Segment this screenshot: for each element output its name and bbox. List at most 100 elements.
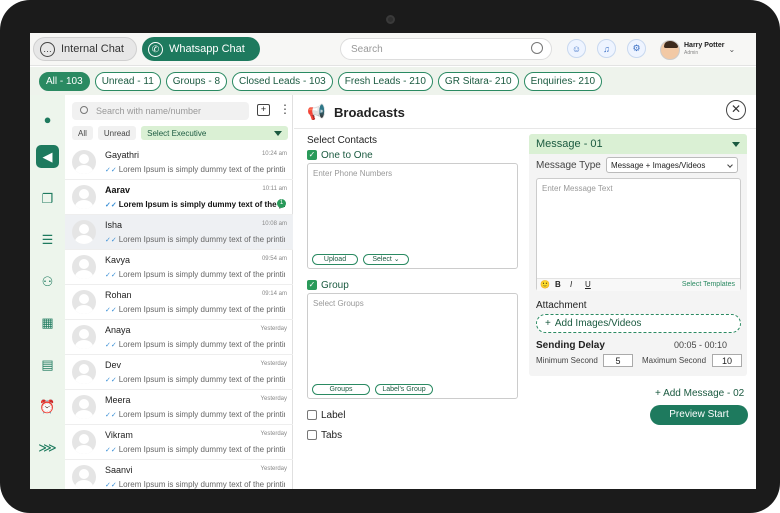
global-search-input[interactable]: Search xyxy=(340,38,552,60)
chats-icon[interactable]: ● xyxy=(36,108,59,131)
add-message-button[interactable]: + Add Message - 02 xyxy=(655,388,744,399)
message-preview: ✓✓ Lorem Ipsum is simply dummy text of th… xyxy=(105,305,285,314)
label-checkbox[interactable] xyxy=(307,410,317,420)
message-type-select[interactable]: Message + Images/Videos xyxy=(606,157,738,173)
calendar-icon[interactable]: ▦ xyxy=(36,311,59,334)
double-check-icon: ✓✓ xyxy=(105,237,117,244)
groups-button[interactable]: Groups xyxy=(312,384,370,395)
preview-start-button[interactable]: Preview Start xyxy=(650,405,748,425)
user-menu[interactable]: Harry Potter Admin ⌄ xyxy=(660,38,740,61)
chevron-down-icon[interactable]: ⌄ xyxy=(728,45,735,54)
copy-icon[interactable]: ❐ xyxy=(36,187,59,210)
close-icon[interactable]: ✕ xyxy=(726,100,746,120)
message-preview-text: Lorem Ipsum is simply dummy text of the … xyxy=(118,445,285,454)
group-checkbox[interactable]: ✓ xyxy=(307,280,317,290)
bell-icon[interactable]: ♫ xyxy=(597,39,616,58)
list-item[interactable]: Dev Yesterday ✓✓ Lorem Ipsum is simply dumm… xyxy=(65,355,293,390)
plus-icon: + xyxy=(545,318,551,329)
tab-all[interactable]: All xyxy=(72,126,93,140)
message-text-input[interactable]: Enter Message Text 🙂 B I U Select Templa… xyxy=(536,178,741,291)
italic-icon[interactable]: I xyxy=(570,280,572,289)
minimum-second-input[interactable]: 5 xyxy=(603,354,633,367)
list-item[interactable]: Kavya 09:54 am ✓✓ Lorem Ipsum is simply dum… xyxy=(65,250,293,285)
bot-icon[interactable]: ⚇ xyxy=(36,270,59,293)
avatar xyxy=(72,360,96,384)
avatar xyxy=(72,395,96,419)
chat-notification-icon[interactable]: ☺ xyxy=(567,39,586,58)
delay-range: 00:05 - 00:10 xyxy=(674,340,728,350)
contacts-icon[interactable]: ☰ xyxy=(36,228,59,251)
internal-chat-button[interactable]: … Internal Chat xyxy=(33,37,137,61)
labels-group-button[interactable]: Label's Group xyxy=(375,384,433,395)
filter-chip[interactable]: GR Sitara- 210 xyxy=(437,71,519,91)
message-preview: ✓✓ Lorem Ipsum is simply dummy text of th… xyxy=(105,340,285,349)
notes-icon[interactable]: ▤ xyxy=(36,353,59,376)
contact-name: Kavya xyxy=(105,255,131,265)
select-executive-dropdown[interactable]: Select Executive xyxy=(141,126,288,140)
double-check-icon: ✓✓ xyxy=(105,377,117,384)
page-title: Broadcasts xyxy=(334,105,405,120)
contact-name: Vikram xyxy=(105,430,133,440)
one-to-one-checkbox[interactable]: ✓ xyxy=(307,150,317,160)
select-templates-link[interactable]: Select Templates xyxy=(682,281,735,288)
new-chat-icon[interactable]: + xyxy=(257,104,270,116)
broadcast-icon[interactable]: ◀ xyxy=(36,145,59,168)
list-item[interactable]: Aarav 10:11 am ✓✓ Lorem Ipsum is simply dum… xyxy=(65,180,293,215)
list-item[interactable]: Rohan 09:14 am ✓✓ Lorem Ipsum is simply dum… xyxy=(65,285,293,320)
filter-chip[interactable]: Groups - 8 xyxy=(165,71,228,91)
maximum-second-input[interactable]: 10 xyxy=(712,354,742,367)
message-preview-text: Lorem Ipsum is simply dummy text of the … xyxy=(118,235,285,244)
alarm-icon[interactable]: ⏰ xyxy=(36,395,59,418)
search-icon[interactable] xyxy=(531,42,543,54)
select-button[interactable]: Select ⌄ xyxy=(363,254,409,265)
list-item[interactable]: Isha 10:08 am ✓✓ Lorem Ipsum is simply dumm… xyxy=(65,215,293,250)
contact-name: Gayathri xyxy=(105,150,140,160)
chat-tabs: All Unread Select Executive xyxy=(72,126,288,140)
flow-icon[interactable]: ⋙ xyxy=(36,436,59,459)
list-item[interactable]: Meera Yesterday ✓✓ Lorem Ipsum is simply du… xyxy=(65,390,293,425)
message-preview-text: Lorem Ipsum is simply dummy text of the … xyxy=(118,410,285,419)
list-item[interactable]: Saanvi Yesterday ✓✓ Lorem Ipsum is simply d… xyxy=(65,460,293,489)
format-toolbar: 🙂 B I U Select Templates xyxy=(537,278,740,291)
whatsapp-chat-button[interactable]: ✆ Whatsapp Chat xyxy=(142,37,260,61)
groups-placeholder: Select Groups xyxy=(313,299,364,308)
groups-input[interactable]: Select Groups Groups Label's Group xyxy=(307,293,518,399)
message-header[interactable]: Message - 01 xyxy=(529,134,747,154)
list-item[interactable]: Anaya Yesterday ✓✓ Lorem Ipsum is simply du… xyxy=(65,320,293,355)
filter-chip[interactable]: Fresh Leads - 210 xyxy=(337,71,433,91)
megaphone-icon: 📢 xyxy=(307,104,326,121)
message-time: Yesterday xyxy=(260,396,287,402)
message-type-value: Message + Images/Videos xyxy=(611,160,706,170)
tabs-checkbox[interactable] xyxy=(307,430,317,440)
filter-chip[interactable]: Unread - 11 xyxy=(94,71,161,91)
tab-unread[interactable]: Unread xyxy=(97,126,137,140)
phone-numbers-input[interactable]: Enter Phone Numbers Upload Select ⌄ xyxy=(307,163,518,269)
filter-chip[interactable]: All - 103 xyxy=(39,71,90,91)
caret-down-icon xyxy=(732,142,740,147)
phone-placeholder: Enter Phone Numbers xyxy=(313,169,393,178)
list-item[interactable]: Vikram Yesterday ✓✓ Lorem Ipsum is simply d… xyxy=(65,425,293,460)
avatar xyxy=(72,465,96,489)
avatar xyxy=(72,430,96,454)
filter-chip[interactable]: Enquiries- 210 xyxy=(523,71,603,91)
filter-chip[interactable]: Closed Leads - 103 xyxy=(232,71,333,91)
double-check-icon: ✓✓ xyxy=(105,167,117,174)
emoji-icon[interactable]: 🙂 xyxy=(540,280,550,289)
chat-list-panel: Search with name/number + ⋮ All Unread S… xyxy=(65,95,293,489)
filter-chips: All - 103 Unread - 11 Groups - 8 Closed Lea… xyxy=(30,67,756,95)
select-contacts-label: Select Contacts xyxy=(307,135,378,146)
gear-icon[interactable]: ⚙ xyxy=(627,39,646,58)
message-panel: Message - 01 Message Type Message + Imag… xyxy=(529,134,747,376)
message-preview-text: Lorem Ipsum is simply dummy text of the … xyxy=(118,270,285,279)
list-item[interactable]: Gayathri 10:24 am ✓✓ Lorem Ipsum is simply … xyxy=(65,145,293,180)
message-time: Yesterday xyxy=(260,431,287,437)
more-options-icon[interactable]: ⋮ xyxy=(279,102,291,116)
bold-icon[interactable]: B xyxy=(555,280,561,289)
chat-search-input[interactable]: Search with name/number xyxy=(72,102,249,120)
underline-icon[interactable]: U xyxy=(585,280,591,289)
message-time: Yesterday xyxy=(260,466,287,472)
add-images-button[interactable]: + Add Images/Videos xyxy=(536,314,741,333)
group-label: Group xyxy=(321,280,349,291)
upload-button[interactable]: Upload xyxy=(312,254,358,265)
message-time: 10:24 am xyxy=(261,151,287,157)
